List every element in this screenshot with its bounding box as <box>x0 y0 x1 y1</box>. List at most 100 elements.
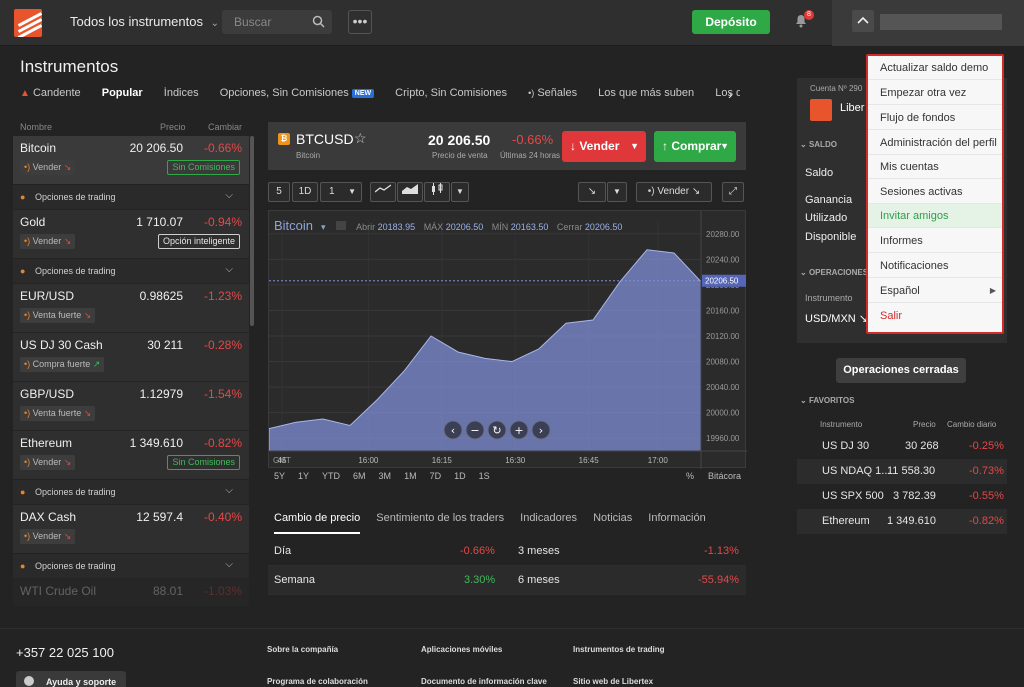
operation-instrument[interactable]: USD/MXN ↘ <box>805 312 868 325</box>
favorites-col-price: Precio <box>913 420 936 429</box>
instrument-row-gold[interactable]: Gold 1 710.07 -0.94% •) Vender ↘ Opción … <box>13 210 249 284</box>
caret-down-icon[interactable]: ▼ <box>720 131 729 162</box>
menu-item-my-accounts[interactable]: Mis cuentas <box>868 155 1002 179</box>
interval-select[interactable]: 1 ▼ <box>320 182 362 202</box>
tab-news[interactable]: Noticias <box>593 512 632 524</box>
period-1d[interactable]: 1D <box>454 471 466 481</box>
chart-instrument-name[interactable]: Bitcoin <box>274 218 313 233</box>
favorite-change: -0.55% <box>969 490 1004 502</box>
instrument-row-ethereum[interactable]: Ethereum 1 349.610 -0.82% •) Vender ↘ Si… <box>13 431 249 505</box>
tab-cripto[interactable]: Cripto, Sin Comisiones <box>395 87 507 99</box>
instrument-list-scrollbar[interactable] <box>250 136 254 326</box>
instruments-dropdown[interactable]: Todos los instrumentos ⌄ <box>70 14 219 29</box>
menu-item-funds-flow[interactable]: Flujo de fondos <box>868 106 1002 130</box>
instrument-row-bitcoin[interactable]: Bitcoin 20 206.50 -0.66% •) Vender ↘ Sin… <box>13 136 249 210</box>
menu-item-start-over[interactable]: Empezar otra vez <box>868 81 1002 105</box>
favorite-row[interactable]: US SPX 500 3 782.39 -0.55% <box>797 484 1007 509</box>
tab-information[interactable]: Información <box>648 512 705 524</box>
signal-caret-icon[interactable]: ▼ <box>607 182 627 202</box>
footer-link-instruments[interactable]: Instrumentos de trading <box>573 645 665 654</box>
candlestick-icon[interactable] <box>424 182 450 202</box>
instrument-name: WTI Crude Oil <box>20 584 97 598</box>
instrument-row-dax[interactable]: DAX Cash 12 597.4 -0.40% •) Vender ↘ ● O… <box>13 505 249 579</box>
trading-options-toggle[interactable]: ● Opciones de trading ⌵ <box>13 258 249 283</box>
footer-link-mobile-apps[interactable]: Aplicaciones móviles <box>421 645 502 654</box>
menu-item-profile-admin[interactable]: Administración del perfil <box>868 131 1002 155</box>
menu-item-active-sessions[interactable]: Sesiones activas <box>868 180 1002 204</box>
arrow-down-right-icon[interactable]: ↘ <box>578 182 606 202</box>
trading-options-toggle[interactable]: ● Opciones de trading ⌵ <box>13 479 249 504</box>
area-chart-icon[interactable] <box>397 182 423 202</box>
trading-options-toggle[interactable]: ● Opciones de trading ⌵ <box>13 184 249 209</box>
balance-section-header[interactable]: ⌄ SALDO <box>800 140 837 149</box>
tab-price-change[interactable]: Cambio de precio <box>274 512 361 534</box>
tab-indicators[interactable]: Indicadores <box>520 512 577 524</box>
operations-section-header[interactable]: ⌄ OPERACIONES <box>800 268 868 277</box>
closed-operations-button[interactable]: Operaciones cerradas <box>836 358 966 383</box>
menu-item-update-demo-balance[interactable]: Actualizar saldo demo <box>868 56 1002 80</box>
footer-link-partner-program[interactable]: Programa de colaboración <box>267 677 368 686</box>
instrument-row-gbpusd[interactable]: GBP/USD 1.12979 -1.54% •) Venta fuerte ↘ <box>13 382 249 431</box>
price-chart[interactable]: 20280.0020240.0020200.0020160.0020120.00… <box>268 210 747 469</box>
support-phone[interactable]: +357 22 025 100 <box>16 645 114 660</box>
footer-link-about[interactable]: Sobre la compañía <box>267 645 338 654</box>
smart-option-tag[interactable]: Opción inteligente <box>157 234 240 249</box>
user-menu-toggle[interactable] <box>852 10 874 32</box>
period-7d[interactable]: 7D <box>430 471 442 481</box>
tab-popular[interactable]: Popular <box>102 87 143 103</box>
libertex-logo[interactable] <box>14 9 42 37</box>
buy-button[interactable]: ↑ Comprar ▼ <box>654 131 736 162</box>
menu-item-notifications[interactable]: Notificaciones <box>868 254 1002 278</box>
period-ytd[interactable]: YTD <box>322 471 340 481</box>
search-input[interactable]: Buscar <box>222 10 332 34</box>
chart-type-caret-icon[interactable]: ▼ <box>451 182 469 202</box>
instrument-row-eurusd[interactable]: EUR/USD 0.98625 -1.23% •) Venta fuerte ↘ <box>13 284 249 333</box>
tab-senales[interactable]: •) Señales <box>528 87 577 99</box>
instrument-name: EUR/USD <box>20 289 75 303</box>
interval-5-button[interactable]: 5 <box>268 182 290 202</box>
menu-item-logout[interactable]: Salir <box>868 304 1002 328</box>
favorite-row[interactable]: US DJ 30 30 268 -0.25% <box>797 434 1007 459</box>
fire-icon: ▲ <box>20 88 30 99</box>
period-1y[interactable]: 1Y <box>298 471 309 481</box>
interval-1d-button[interactable]: 1D <box>292 182 318 202</box>
favorite-row[interactable]: Ethereum 1 349.610 -0.82% <box>797 509 1007 534</box>
period-1s[interactable]: 1S <box>479 471 490 481</box>
instrument-row-usdj30[interactable]: US DJ 30 Cash 30 211 -0.28% •) Compra fu… <box>13 333 249 382</box>
fullscreen-icon[interactable]: ⤢ <box>722 182 744 202</box>
trading-options-toggle[interactable]: ● Opciones de trading ⌵ <box>13 553 249 578</box>
favorite-row[interactable]: US NDAQ 1... 11 558.30 -0.73% <box>797 459 1007 484</box>
tab-indices[interactable]: Índices <box>164 87 199 99</box>
line-chart-icon[interactable] <box>370 182 396 202</box>
star-icon[interactable]: ☆ <box>354 130 367 147</box>
caret-down-icon[interactable]: ▼ <box>630 131 639 162</box>
period-3m[interactable]: 3M <box>379 471 392 481</box>
period-6m[interactable]: 6M <box>353 471 366 481</box>
footer-link-key-info-doc[interactable]: Documento de información clave <box>421 677 547 686</box>
settings-square-icon[interactable] <box>336 221 347 230</box>
period-1m[interactable]: 1M <box>404 471 417 481</box>
signal-vender-button[interactable]: •) Vender ↘ <box>636 182 712 202</box>
period-5y[interactable]: 5Y <box>274 471 285 481</box>
chevron-right-icon[interactable]: › <box>728 86 733 102</box>
tab-opciones[interactable]: Opciones, Sin Comisiones NEW <box>220 87 375 99</box>
sell-button[interactable]: ↓ Vender ▼ <box>562 131 646 162</box>
deposit-button[interactable]: Depósito <box>692 10 770 34</box>
tab-candente[interactable]: ▲ Candente <box>20 87 81 99</box>
log-scale-toggle[interactable]: Bitácora <box>708 471 741 481</box>
favorites-section-header[interactable]: ⌄ FAVORITOS <box>800 396 854 405</box>
favorite-price: 1 349.610 <box>887 515 936 527</box>
arrow-down-right-icon: ↘ <box>691 186 701 197</box>
notifications-button[interactable]: 8 <box>794 10 814 31</box>
tab-top-gainers[interactable]: Los que más suben <box>598 87 694 99</box>
profit-label: Ganancia <box>805 194 853 206</box>
footer-link-libertex-site[interactable]: Sitio web de Libertex <box>573 677 653 686</box>
instrument-row-wti[interactable]: WTI Crude Oil 88.01 -1.03% <box>13 579 249 606</box>
tab-sentiment[interactable]: Sentimiento de los traders <box>376 512 504 524</box>
menu-item-reports[interactable]: Informes <box>868 229 1002 253</box>
menu-item-invite-friends[interactable]: Invitar amigos <box>868 204 1002 228</box>
percent-scale-toggle[interactable]: % <box>686 471 694 481</box>
menu-item-language[interactable]: Español ▶ <box>868 279 1002 303</box>
more-button[interactable]: ••• <box>348 10 372 34</box>
sell-price-label: Precio de venta <box>432 151 488 160</box>
